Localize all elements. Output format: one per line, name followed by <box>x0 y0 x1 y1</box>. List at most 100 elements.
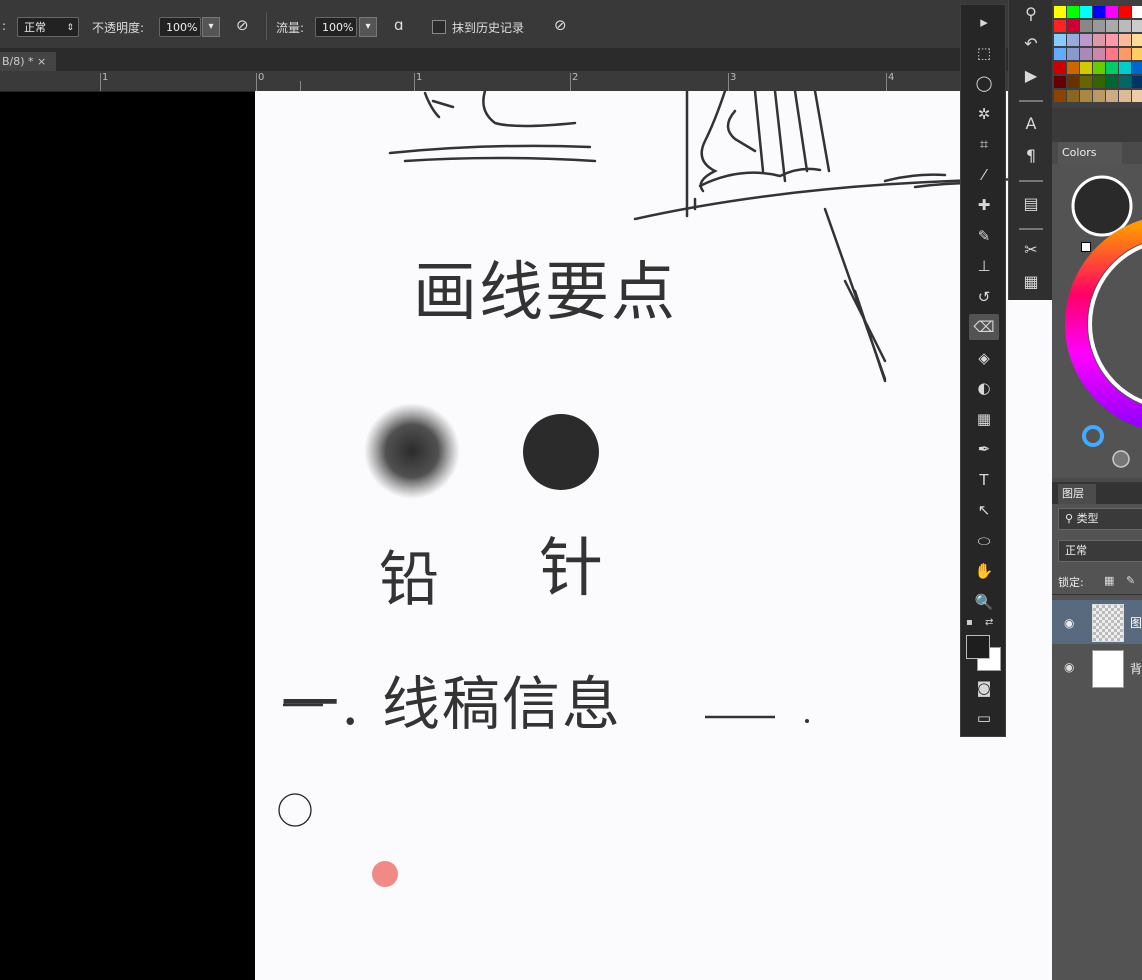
pressure-size-icon[interactable]: ⊘ <box>554 16 567 34</box>
ellipse-tool-icon[interactable]: ⬭ <box>969 528 999 554</box>
foreground-color-swatch[interactable] <box>966 635 990 659</box>
color-swatch[interactable] <box>1119 90 1131 102</box>
brush-preset-icon[interactable]: ⚲ <box>1017 0 1045 28</box>
airbrush-icon[interactable]: ɑ <box>394 16 404 34</box>
lock-pixels-icon[interactable]: ▦ <box>1104 574 1114 587</box>
color-swatch[interactable] <box>1119 34 1131 46</box>
color-swatch[interactable] <box>1054 76 1066 88</box>
color-swatch[interactable] <box>1080 20 1092 32</box>
eye-icon[interactable]: ◉ <box>1064 616 1074 630</box>
layer-row-background[interactable]: ◉ 背 <box>1052 646 1142 690</box>
color-swatch[interactable] <box>1054 6 1066 18</box>
hand-tool-icon[interactable]: ✋ <box>969 558 999 584</box>
bg-color-mini-swatch[interactable] <box>1081 242 1091 252</box>
color-swatch[interactable] <box>1067 62 1079 74</box>
color-swatch[interactable] <box>1119 6 1131 18</box>
lock-brush-icon[interactable]: ✎ <box>1126 574 1135 587</box>
paint-bucket-tool-icon[interactable]: ◈ <box>969 345 999 371</box>
color-swatch[interactable] <box>1132 34 1142 46</box>
color-swatch[interactable] <box>1132 62 1142 74</box>
color-swatch[interactable] <box>1067 90 1079 102</box>
canvas[interactable]: 画线要点 铅 针 一. 线稿信息 <box>255 91 1052 980</box>
color-swatch[interactable] <box>1054 48 1066 60</box>
color-swatch[interactable] <box>1132 90 1142 102</box>
color-swatch[interactable] <box>1080 6 1092 18</box>
color-swatch[interactable] <box>1119 20 1131 32</box>
color-swatch[interactable] <box>1093 76 1105 88</box>
color-swatch[interactable] <box>1093 90 1105 102</box>
color-swatch[interactable] <box>1080 48 1092 60</box>
swatches-panel-icon[interactable]: ▦ <box>1017 268 1045 296</box>
color-swatch[interactable] <box>1106 48 1118 60</box>
color-swatch[interactable] <box>1080 90 1092 102</box>
layer-name[interactable]: 背 <box>1130 660 1142 677</box>
color-swatch[interactable] <box>1080 62 1092 74</box>
move-tool-icon[interactable]: ▸ <box>969 9 999 35</box>
layers-tab[interactable]: 图层 <box>1058 484 1096 504</box>
character-panel-icon[interactable]: A <box>1017 110 1045 138</box>
eyedropper-tool-icon[interactable]: ⁄ <box>969 162 999 188</box>
color-swatch[interactable] <box>1067 34 1079 46</box>
eye-icon[interactable]: ◉ <box>1064 660 1074 674</box>
color-swatch[interactable] <box>1119 62 1131 74</box>
history-brush-tool-icon[interactable]: ↺ <box>969 284 999 310</box>
crop-tool-icon[interactable]: ⌗ <box>969 131 999 157</box>
eraser-tool-icon[interactable]: ⌫ <box>969 314 999 340</box>
color-swatch[interactable] <box>1054 62 1066 74</box>
screen-mode-icon[interactable]: ▭ <box>969 705 999 731</box>
paragraph-panel-icon[interactable]: ¶ <box>1017 142 1045 170</box>
color-swatch[interactable] <box>1132 6 1142 18</box>
flow-input[interactable]: 100% <box>315 17 357 37</box>
history-icon[interactable]: ↶ <box>1017 30 1045 58</box>
color-swatch[interactable] <box>1132 76 1142 88</box>
dodge-tool-icon[interactable]: ◐ <box>969 375 999 401</box>
opacity-dropdown-button[interactable]: ▾ <box>202 17 220 37</box>
quick-mask-icon[interactable]: ◙ <box>969 675 999 701</box>
color-swatch[interactable] <box>1093 34 1105 46</box>
path-selection-tool-icon[interactable]: ↖ <box>969 497 999 523</box>
brush-tool-icon[interactable]: ✎ <box>969 223 999 249</box>
zoom-tool-icon[interactable]: 🔍 <box>969 589 999 615</box>
color-swatch[interactable] <box>1054 20 1066 32</box>
default-colors-icon[interactable]: ▪ <box>966 617 973 628</box>
color-swatch[interactable] <box>1067 48 1079 60</box>
color-swatch[interactable] <box>1067 6 1079 18</box>
flow-dropdown-button[interactable]: ▾ <box>359 17 377 37</box>
swap-colors-icon[interactable]: ⇄ <box>985 617 993 628</box>
layer-filter-select[interactable]: ⚲ 类型 <box>1058 508 1142 530</box>
horizontal-ruler[interactable]: 1 0 1 2 3 4 <box>0 71 1052 92</box>
marquee-tool-icon[interactable]: ⬚ <box>969 40 999 66</box>
document-tab[interactable]: B/8) * × <box>0 52 56 71</box>
mode-select[interactable]: 正常 ⇕ <box>17 17 79 37</box>
layer-name[interactable]: 图 <box>1130 614 1142 631</box>
clone-stamp-tool-icon[interactable]: ⊥ <box>969 253 999 279</box>
magic-wand-tool-icon[interactable]: ✲ <box>969 101 999 127</box>
color-swatch[interactable] <box>1067 20 1079 32</box>
blur-tool-icon[interactable]: ▦ <box>969 406 999 432</box>
actions-play-icon[interactable]: ▶ <box>1017 62 1045 90</box>
color-swatch[interactable] <box>1106 76 1118 88</box>
color-swatch[interactable] <box>1119 48 1131 60</box>
color-swatch[interactable] <box>1093 62 1105 74</box>
color-swatch[interactable] <box>1080 34 1092 46</box>
lasso-tool-icon[interactable]: ◯ <box>969 70 999 96</box>
color-swatch[interactable] <box>1106 6 1118 18</box>
color-swatch[interactable] <box>1080 76 1092 88</box>
color-swatch[interactable] <box>1119 76 1131 88</box>
type-tool-icon[interactable]: T <box>969 467 999 493</box>
color-swatch[interactable] <box>1054 90 1066 102</box>
pressure-opacity-icon[interactable]: ⊘ <box>236 16 249 34</box>
color-swatch[interactable] <box>1054 34 1066 46</box>
colors-tab[interactable]: Colors <box>1058 142 1122 164</box>
opacity-input[interactable]: 100% <box>159 17 201 37</box>
color-swatch[interactable] <box>1106 20 1118 32</box>
color-swatch[interactable] <box>1106 62 1118 74</box>
color-swatch[interactable] <box>1093 6 1105 18</box>
tool-presets-icon[interactable]: ✂ <box>1017 236 1045 264</box>
color-swatch[interactable] <box>1132 20 1142 32</box>
blend-mode-select[interactable]: 正常 <box>1058 540 1142 562</box>
color-swatch[interactable] <box>1106 34 1118 46</box>
color-swatch[interactable] <box>1093 48 1105 60</box>
properties-panel-icon[interactable]: ▤ <box>1017 190 1045 218</box>
erase-history-checkbox[interactable] <box>432 20 446 34</box>
